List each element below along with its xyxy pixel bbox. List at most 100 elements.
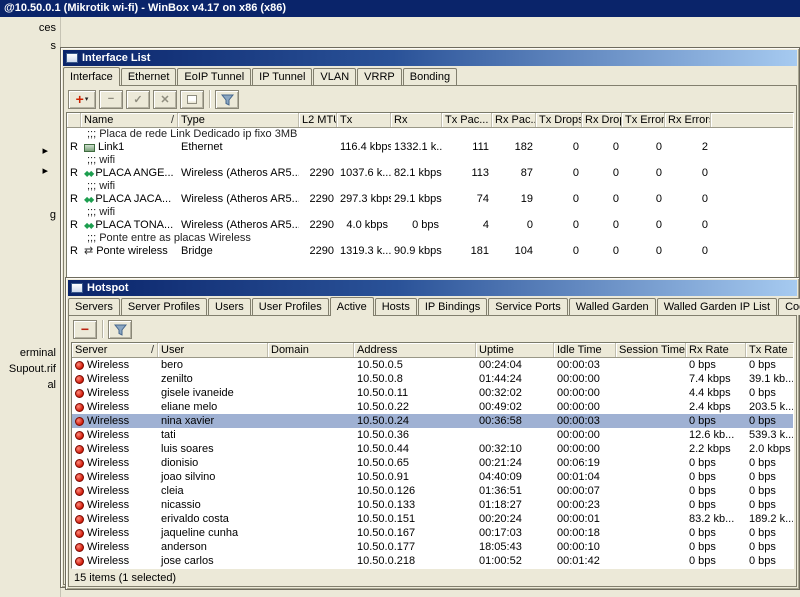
table-row[interactable]: ;;; Ponte entre as placas Wireless xyxy=(67,232,793,245)
table-row[interactable]: R PLACA TONA... Wireless (Atheros AR5...… xyxy=(67,219,793,232)
col-rx-rate[interactable]: Rx Rate xyxy=(686,343,746,357)
table-row[interactable]: ;;; Placa de rede Link Dedicado ip fixo … xyxy=(67,128,793,141)
row-server: Wireless xyxy=(72,554,158,568)
col-rx-drops[interactable]: Rx Drops xyxy=(582,113,622,127)
hotspot-user-icon xyxy=(75,416,84,426)
col-server[interactable]: Server / xyxy=(72,343,158,357)
tab[interactable]: VLAN xyxy=(313,68,357,85)
tab[interactable]: Server Profiles xyxy=(120,298,208,315)
tab[interactable]: Ethernet xyxy=(120,68,177,85)
sidebar-menu: ces s ▸ ▸ g erminal Supout.rif al xyxy=(0,17,61,597)
sidebar-item-manual[interactable]: al xyxy=(47,379,56,392)
submenu-arrow-icon[interactable]: ▸ xyxy=(42,145,48,158)
tab[interactable]: Users xyxy=(208,298,251,315)
hotspot-active-row[interactable]: Wireless tati 10.50.0.36 00:00:00 12.6 k… xyxy=(72,428,793,442)
sidebar-item-make-supout[interactable]: Supout.rif xyxy=(9,363,56,376)
hotspot-active-row[interactable]: Wireless cleia 10.50.0.126 01:36:51 00:0… xyxy=(72,484,793,498)
sidebar-item-new-terminal[interactable]: erminal xyxy=(20,347,56,360)
tab[interactable]: Hosts xyxy=(374,298,417,315)
table-row[interactable]: R Link1 Ethernet 116.4 kbps 1332.1 k... … xyxy=(67,141,793,154)
col-rx-errors[interactable]: Rx Errors xyxy=(665,113,711,127)
col-name[interactable]: Name / xyxy=(81,113,178,127)
app-titlebar[interactable]: @10.50.0.1 (Mikrotik wi-fi) - WinBox v4.… xyxy=(0,0,800,17)
col-rx-packets[interactable]: Rx Pac... xyxy=(492,113,536,127)
row-rx-drops xyxy=(582,232,622,245)
hotspot-active-row[interactable]: Wireless anderson 10.50.0.177 18:05:43 0… xyxy=(72,540,793,554)
comment-icon xyxy=(187,94,197,104)
tab[interactable]: Servers xyxy=(68,298,120,315)
hotspot-active-row[interactable]: Wireless zenilto 10.50.0.8 01:44:24 00:0… xyxy=(72,372,793,386)
col-tx-errors[interactable]: Tx Errors xyxy=(622,113,665,127)
row-tx-packets: 181 xyxy=(470,245,489,257)
interface-table-header: Name/ Type L2 MTU Tx Rx Tx Pac... Rx Pac… xyxy=(67,113,793,128)
tab[interactable]: Bonding xyxy=(402,68,458,85)
table-row[interactable]: R PLACA ANGE... Wireless (Atheros AR5...… xyxy=(67,167,793,180)
col-address[interactable]: Address xyxy=(354,343,476,357)
col-l2mtu[interactable]: L2 MTU xyxy=(299,113,337,127)
row-flag: R xyxy=(70,219,78,231)
hotspot-active-row[interactable]: Wireless gisele ivaneide 10.50.0.11 00:3… xyxy=(72,386,793,400)
hotspot-active-row[interactable]: Wireless joao silvino 10.50.0.91 04:40:0… xyxy=(72,470,793,484)
hotspot-active-row[interactable]: Wireless dionisio 10.50.0.65 00:21:24 00… xyxy=(72,456,793,470)
col-user[interactable]: User xyxy=(158,343,268,357)
tab[interactable]: IP Tunnel xyxy=(252,68,313,85)
row-address: 10.50.0.133 xyxy=(357,499,416,511)
sidebar-item[interactable]: g xyxy=(50,209,56,222)
hotspot-active-row[interactable]: Wireless luis soares 10.50.0.44 00:32:10… xyxy=(72,442,793,456)
tab[interactable]: Active xyxy=(329,297,374,316)
col-tx-drops[interactable]: Tx Drops xyxy=(536,113,582,127)
hotspot-user-icon xyxy=(75,556,84,566)
hotspot-active-row[interactable]: Wireless nicassio 10.50.0.133 01:18:27 0… xyxy=(72,498,793,512)
filter-button[interactable] xyxy=(215,89,239,109)
table-row[interactable]: R PLACA JACA... Wireless (Atheros AR5...… xyxy=(67,193,793,206)
hotspot-active-row[interactable]: Wireless erivaldo costa 10.50.0.151 00:2… xyxy=(72,512,793,526)
hotspot-active-row[interactable]: Wireless nina xavier 10.50.0.24 00:36:58… xyxy=(72,414,793,428)
row-uptime: 00:36:58 xyxy=(479,415,522,427)
col-tx-packets[interactable]: Tx Pac... xyxy=(442,113,492,127)
col-tx[interactable]: Tx xyxy=(337,113,391,127)
col-uptime[interactable]: Uptime xyxy=(476,343,554,357)
table-row[interactable]: ;;; wifi xyxy=(67,154,793,167)
col-type[interactable]: Type xyxy=(178,113,299,127)
table-row[interactable]: R Ponte wireless Bridge 2290 1319.3 k...… xyxy=(67,245,793,258)
tab[interactable]: Cookies xyxy=(778,298,800,315)
hotspot-tabstrip: Servers Server Profiles Users User Profi… xyxy=(66,296,800,316)
submenu-arrow-icon[interactable]: ▸ xyxy=(42,165,48,178)
col-flag[interactable] xyxy=(67,113,81,127)
tab[interactable]: User Profiles xyxy=(251,298,329,315)
row-tx: 116.4 kbps xyxy=(340,141,391,153)
tab[interactable]: VRRP xyxy=(357,68,402,85)
hotspot-user-icon xyxy=(75,500,84,510)
remove-button[interactable]: − xyxy=(99,89,123,109)
add-button[interactable]: + ▾ xyxy=(68,89,96,109)
tab[interactable]: Service Ports xyxy=(488,298,568,315)
sidebar-item[interactable]: ces xyxy=(39,22,56,35)
col-session-time[interactable]: Session Time... xyxy=(616,343,686,357)
tab[interactable]: IP Bindings xyxy=(417,298,488,315)
col-idle-time[interactable]: Idle Time xyxy=(554,343,616,357)
row-flag: R xyxy=(70,245,78,257)
interface-list-titlebar[interactable]: Interface List xyxy=(63,50,797,66)
hotspot-active-row[interactable]: Wireless bero 10.50.0.5 00:24:04 00:00:0… xyxy=(72,358,793,372)
col-tx-rate[interactable]: Tx Rate xyxy=(746,343,793,357)
tab[interactable]: Walled Garden IP List xyxy=(656,298,778,315)
row-tx xyxy=(337,206,391,219)
sidebar-item[interactable]: s xyxy=(51,40,57,53)
comment-button[interactable] xyxy=(180,89,204,109)
col-rx[interactable]: Rx xyxy=(391,113,442,127)
hotspot-titlebar[interactable]: Hotspot xyxy=(68,280,797,296)
hotspot-active-row[interactable]: Wireless jose carlos 10.50.0.218 01:00:5… xyxy=(72,554,793,568)
disable-button[interactable]: ✕ xyxy=(153,89,177,109)
table-row[interactable]: ;;; wifi xyxy=(67,180,793,193)
row-rx: 82.1 kbps xyxy=(394,167,442,179)
tab[interactable]: Walled Garden xyxy=(568,298,656,315)
tab[interactable]: EoIP Tunnel xyxy=(177,68,252,85)
remove-button[interactable]: − xyxy=(73,319,97,339)
col-domain[interactable]: Domain xyxy=(268,343,354,357)
hotspot-active-row[interactable]: Wireless eliane melo 10.50.0.22 00:49:02… xyxy=(72,400,793,414)
table-row[interactable]: ;;; wifi xyxy=(67,206,793,219)
hotspot-active-row[interactable]: Wireless jaqueline cunha 10.50.0.167 00:… xyxy=(72,526,793,540)
tab[interactable]: Interface xyxy=(63,67,120,86)
filter-button[interactable] xyxy=(108,319,132,339)
enable-button[interactable]: ✓ xyxy=(126,89,150,109)
